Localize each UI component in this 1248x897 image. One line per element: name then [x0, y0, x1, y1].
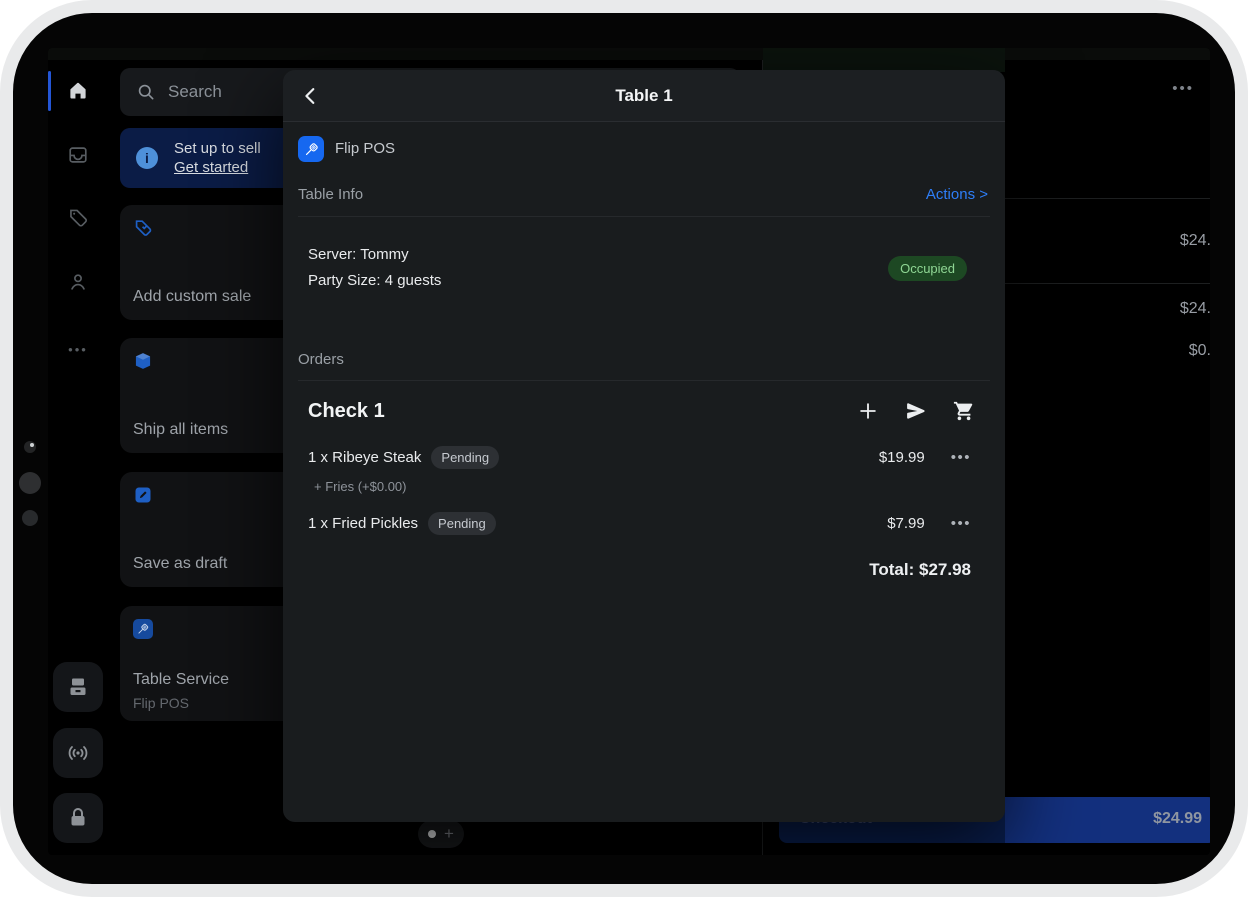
check-title: Check 1 — [308, 400, 385, 423]
front-camera-icon — [24, 441, 36, 453]
draft-pencil-icon — [133, 485, 153, 505]
item-name: 1 x Ribeye Steak — [308, 449, 421, 466]
spatula-icon — [303, 141, 320, 158]
banner-title: Set up to sell — [174, 139, 261, 158]
check-actions — [855, 398, 977, 424]
sidebar-item-customers[interactable] — [62, 266, 94, 298]
sidebar-item-more[interactable]: ••• — [62, 333, 94, 365]
sidebar-item-home[interactable] — [62, 75, 94, 107]
spatula-icon — [133, 619, 153, 639]
person-icon — [67, 271, 89, 293]
active-nav-indicator — [48, 71, 51, 111]
search-icon — [136, 82, 156, 102]
lock-button[interactable] — [53, 793, 103, 843]
divider — [298, 216, 990, 217]
tile-label: Table Service — [133, 671, 229, 689]
tile-label: Save as draft — [133, 555, 227, 573]
item-name: 1 x Fried Pickles — [308, 515, 418, 532]
top-strip — [48, 48, 1210, 60]
package-icon — [133, 351, 153, 371]
actions-link[interactable]: Actions > — [926, 186, 988, 203]
sidebar-item-products[interactable] — [62, 202, 94, 234]
modal-title: Table 1 — [283, 86, 1005, 106]
status-badge: Occupied — [888, 256, 967, 281]
plus-icon — [857, 400, 879, 422]
lock-icon — [66, 806, 90, 830]
item-status-badge: Pending — [431, 446, 499, 469]
tile-label: Add custom sale — [133, 288, 251, 306]
item-modifier: + Fries (+$0.00) — [314, 479, 407, 494]
table-info-heading: Table Info — [298, 186, 363, 203]
modal-header: Table 1 — [283, 70, 1005, 122]
cart-button[interactable] — [951, 398, 977, 424]
home-icon — [67, 80, 89, 102]
cart-icon — [953, 400, 975, 422]
divider — [298, 380, 990, 381]
camera-dot-icon — [22, 510, 38, 526]
order-total: Total: $27.98 — [869, 560, 971, 580]
screen: ••• i Set up to sell Get started — [48, 48, 1210, 855]
item-more-button[interactable]: ••• — [951, 515, 971, 532]
get-started-link[interactable]: Get started — [174, 158, 261, 177]
sidebar-item-orders[interactable] — [62, 139, 94, 171]
table-modal: Table 1 Flip POS Table Info Actions > Se… — [283, 70, 1005, 822]
tag-icon — [67, 207, 89, 229]
broadcast-icon — [66, 741, 90, 765]
cash-register-icon — [66, 675, 90, 699]
register-button[interactable] — [53, 662, 103, 712]
app-name: Flip POS — [335, 136, 395, 162]
server-info: Server: Tommy — [308, 246, 409, 263]
tag-edit-icon — [133, 218, 153, 238]
rear-camera-icon — [19, 472, 41, 494]
add-item-button[interactable] — [855, 398, 881, 424]
item-status-badge: Pending — [428, 512, 496, 535]
item-price: $7.99 — [887, 515, 925, 532]
tile-sublabel: Flip POS — [133, 695, 189, 711]
add-page-button[interactable]: + — [444, 825, 454, 842]
order-item-row: 1 x Fried Pickles Pending $7.99 ••• — [308, 510, 971, 536]
tile-label: Ship all items — [133, 421, 228, 439]
checkout-amount: $24.99 — [1153, 810, 1202, 828]
cart-more-button[interactable]: ••• — [1158, 80, 1194, 100]
item-more-button[interactable]: ••• — [951, 449, 971, 466]
cart-header-strip — [763, 48, 1005, 72]
order-item-row: 1 x Ribeye Steak Pending $19.99 ••• — [308, 444, 971, 470]
party-size-info: Party Size: 4 guests — [308, 272, 441, 289]
flip-pos-app-icon — [298, 136, 324, 162]
page-dot-icon[interactable] — [428, 830, 436, 838]
item-price: $19.99 — [879, 449, 925, 466]
inbox-tray-icon — [67, 144, 89, 166]
send-order-button[interactable] — [903, 398, 929, 424]
broadcast-button[interactable] — [53, 728, 103, 778]
send-icon — [905, 400, 927, 422]
info-icon: i — [136, 147, 158, 169]
orders-heading: Orders — [298, 351, 344, 368]
page-indicator[interactable]: + — [418, 820, 464, 848]
ipad-mockup: ••• i Set up to sell Get started — [0, 0, 1248, 897]
